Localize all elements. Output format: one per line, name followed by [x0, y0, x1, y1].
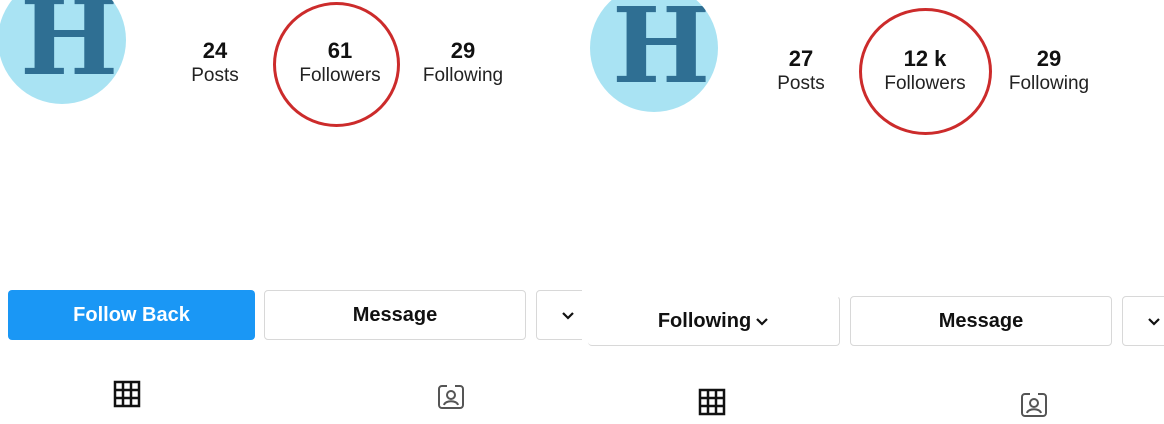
posts-stat[interactable]: 24 Posts [155, 38, 275, 88]
posts-count: 24 [202, 38, 228, 63]
more-dropdown-button[interactable] [536, 290, 582, 340]
followers-highlight-circle [273, 2, 400, 127]
profile-after-panel: H 27 Posts 12 k Followers 29 Following F… [588, 0, 1164, 424]
following-button[interactable]: Following [588, 296, 840, 346]
following-stat[interactable]: 29 Following [989, 46, 1109, 96]
followers-highlight-circle [859, 8, 992, 135]
posts-label: Posts [777, 73, 825, 94]
message-button[interactable]: Message [850, 296, 1112, 346]
grid-icon[interactable] [113, 380, 141, 408]
profile-before-panel: H 24 Posts 61 Followers 29 Following Fol… [0, 0, 582, 424]
message-button[interactable]: Message [264, 290, 526, 340]
posts-stat[interactable]: 27 Posts [741, 46, 861, 96]
tagged-photos-icon[interactable] [1020, 390, 1048, 418]
chevron-down-icon [756, 318, 768, 326]
tagged-photos-icon[interactable] [437, 382, 465, 410]
following-label: Following [422, 65, 504, 86]
following-label: Following [1008, 73, 1090, 94]
chevron-down-icon [562, 312, 574, 320]
grid-icon[interactable] [698, 388, 726, 416]
posts-label: Posts [191, 65, 239, 86]
following-count: 29 [450, 38, 476, 63]
avatar-letter: H [612, 0, 711, 107]
following-button-label: Following [657, 309, 752, 332]
avatar-letter: H [20, 0, 119, 99]
more-dropdown-button[interactable] [1122, 296, 1164, 346]
following-count: 29 [1036, 46, 1062, 71]
following-stat[interactable]: 29 Following [403, 38, 523, 88]
follow-back-button[interactable]: Follow Back [8, 290, 255, 340]
avatar[interactable]: H [590, 0, 718, 112]
avatar[interactable]: H [0, 0, 126, 104]
posts-count: 27 [788, 46, 814, 71]
chevron-down-icon [1148, 318, 1160, 326]
